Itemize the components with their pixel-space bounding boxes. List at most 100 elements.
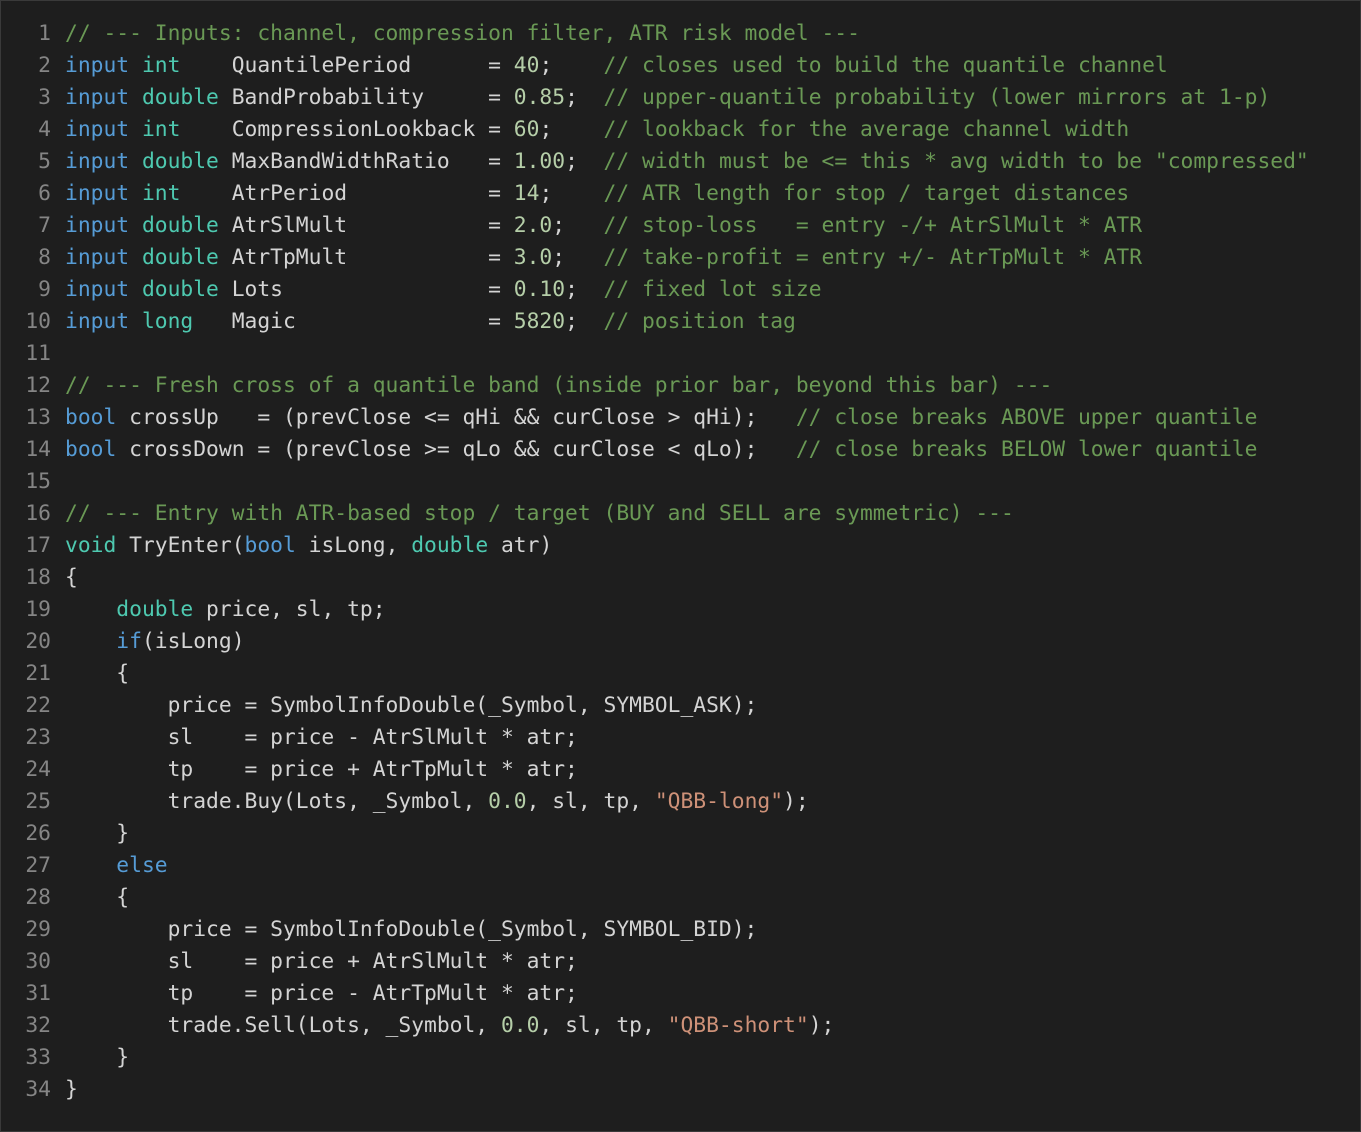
line-number: 2 [38, 53, 51, 78]
code-token: ; [565, 309, 604, 334]
code-line[interactable]: 14 bool crossDown = (prevClose >= qLo && … [1, 434, 1309, 466]
code-token: ); [808, 1013, 835, 1038]
comment-token: // upper-quantile probability (lower mir… [603, 85, 1271, 110]
code-line[interactable]: 3 input double BandProbability = 0.85; //… [1, 82, 1309, 114]
code-line[interactable]: 30 sl = price + AtrSlMult * atr; [1, 946, 1309, 978]
line-text: double price, sl, tp; [65, 594, 385, 626]
code-line[interactable]: 22 price = SymbolInfoDouble(_Symbol, SYM… [1, 690, 1309, 722]
code-line[interactable]: 25 trade.Buy(Lots, _Symbol, 0.0, sl, tp,… [1, 786, 1309, 818]
code-token: isLong, [295, 533, 412, 558]
line-number: 28 [25, 885, 51, 910]
number-token: 2.0 [513, 213, 553, 238]
code-line[interactable]: 29 price = SymbolInfoDouble(_Symbol, SYM… [1, 914, 1309, 946]
line-number: 10 [25, 309, 51, 334]
comment-token: // width must be <= this * avg width to … [603, 149, 1309, 174]
type-token: long [141, 309, 194, 334]
line-text: { [65, 882, 129, 914]
line-number: 27 [25, 853, 51, 878]
comment-token: // position tag [603, 309, 796, 334]
code-line[interactable]: 15 [1, 466, 1309, 498]
line-number: 20 [25, 629, 51, 654]
comment-token: // --- Entry with ATR-based stop / targe… [65, 501, 1014, 526]
code-line[interactable]: 31 tp = price - AtrTpMult * atr; [1, 978, 1309, 1010]
code-token: tp = price - AtrTpMult * atr; [65, 981, 578, 1006]
code-token: BandProbability = [218, 85, 514, 110]
code-line[interactable]: 34} [1, 1074, 1309, 1106]
keyword-token: input [65, 213, 130, 238]
comment-token: // close breaks BELOW lower quantile [795, 437, 1258, 462]
code-token: ; [565, 277, 604, 302]
code-line[interactable]: 21 { [1, 658, 1309, 690]
code-token: crossUp = (prevClose <= qHi && curClose … [116, 405, 796, 430]
type-token: double [141, 149, 219, 174]
code-line[interactable]: 32 trade.Sell(Lots, _Symbol, 0.0, sl, tp… [1, 1010, 1309, 1042]
code-line[interactable]: 26 } [1, 818, 1309, 850]
line-number: 23 [25, 725, 51, 750]
keyword-token: input [65, 53, 130, 78]
code-line[interactable]: 23 sl = price - AtrSlMult * atr; [1, 722, 1309, 754]
line-text: input long Magic = 5820; // position tag [65, 306, 796, 338]
code-area[interactable]: 1 // --- Inputs: channel, compression fil… [1, 18, 1309, 1106]
line-number: 8 [38, 245, 51, 270]
code-token: { [65, 661, 130, 686]
code-token: } [65, 1045, 130, 1070]
code-line[interactable]: 2 input int QuantilePeriod = 40; // close… [1, 50, 1309, 82]
keyword-token: bool [244, 533, 296, 558]
code-line[interactable]: 24 tp = price + AtrTpMult * atr; [1, 754, 1309, 786]
code-line[interactable]: 12 // --- Fresh cross of a quantile band … [1, 370, 1309, 402]
code-line[interactable]: 8 input double AtrTpMult = 3.0; // take-p… [1, 242, 1309, 274]
code-line[interactable]: 13 bool crossUp = (prevClose <= qHi && cu… [1, 402, 1309, 434]
code-line[interactable]: 28 { [1, 882, 1309, 914]
code-line[interactable]: 1 // --- Inputs: channel, compression fil… [1, 18, 1309, 50]
code-token: ; [552, 245, 604, 270]
line-text: input int AtrPeriod = 14; // ATR length … [65, 178, 1129, 210]
line-text: sl = price - AtrSlMult * atr; [65, 722, 578, 754]
code-line[interactable]: 11 [1, 338, 1309, 370]
code-line[interactable]: 20 if(isLong) [1, 626, 1309, 658]
code-line[interactable]: 18 { [1, 562, 1309, 594]
type-token: int [141, 181, 181, 206]
type-token: double [116, 597, 194, 622]
code-line[interactable]: 4 input int CompressionLookback = 60; // … [1, 114, 1309, 146]
code-token: ; [539, 181, 604, 206]
code-line[interactable]: 17 void TryEnter(bool isLong, double atr) [1, 530, 1309, 562]
type-token: int [141, 53, 181, 78]
line-number: 21 [25, 661, 51, 686]
line-number: 24 [25, 757, 51, 782]
number-token: 14 [513, 181, 540, 206]
keyword-token: bool [65, 405, 117, 430]
line-text: // --- Fresh cross of a quantile band (i… [65, 370, 1052, 402]
line-text: input double MaxBandWidthRatio = 1.00; /… [65, 146, 1309, 178]
code-line[interactable]: 10 input long Magic = 5820; // position t… [1, 306, 1309, 338]
keyword-token: else [116, 853, 168, 878]
code-token: crossDown = (prevClose >= qLo && curClos… [116, 437, 796, 462]
keyword-token: input [65, 277, 130, 302]
code-token: ; [565, 149, 604, 174]
code-editor[interactable]: 1 // --- Inputs: channel, compression fil… [0, 0, 1361, 1132]
code-line[interactable]: 9 input double Lots = 0.10; // fixed lot … [1, 274, 1309, 306]
code-token: { [65, 565, 78, 590]
line-text: } [65, 1074, 78, 1106]
code-token: MaxBandWidthRatio = [218, 149, 514, 174]
code-line[interactable]: 6 input int AtrPeriod = 14; // ATR length… [1, 178, 1309, 210]
comment-token: // stop-loss = entry -/+ AtrSlMult * ATR [603, 213, 1143, 238]
number-token: 0.85 [513, 85, 566, 110]
code-line[interactable]: 5 input double MaxBandWidthRatio = 1.00; … [1, 146, 1309, 178]
code-token: CompressionLookback = [180, 117, 514, 142]
code-line[interactable]: 16 // --- Entry with ATR-based stop / tar… [1, 498, 1309, 530]
code-token: price = SymbolInfoDouble(_Symbol, SYMBOL… [65, 693, 758, 718]
code-line[interactable]: 27 else [1, 850, 1309, 882]
code-line[interactable]: 7 input double AtrSlMult = 2.0; // stop-l… [1, 210, 1309, 242]
code-token: trade.Buy(Lots, _Symbol, [65, 789, 489, 814]
line-number: 19 [25, 597, 51, 622]
line-number: 6 [38, 181, 51, 206]
keyword-token: input [65, 85, 130, 110]
line-number: 16 [25, 501, 51, 526]
line-number: 15 [25, 469, 51, 494]
code-line[interactable]: 19 double price, sl, tp; [1, 594, 1309, 626]
code-line[interactable]: 33 } [1, 1042, 1309, 1074]
